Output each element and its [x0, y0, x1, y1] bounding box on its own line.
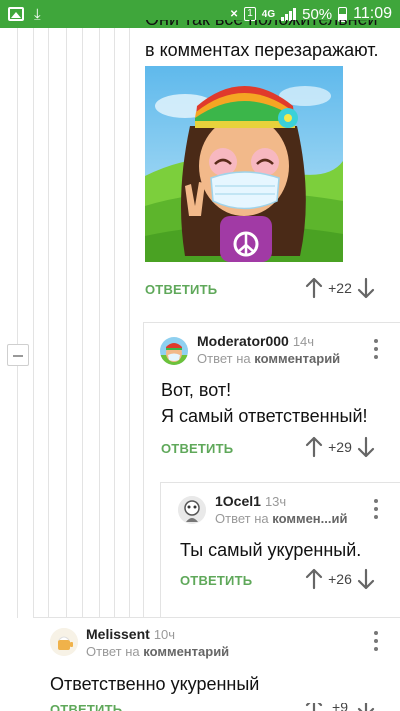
arrow-down-icon[interactable]	[357, 568, 375, 590]
battery-icon	[338, 6, 348, 22]
thread-divider	[143, 322, 400, 323]
arrow-down-icon[interactable]	[357, 277, 375, 299]
reply-to-prefix: Ответ на	[86, 644, 140, 659]
author-name[interactable]: Melissent	[86, 626, 150, 642]
comment-actions: ОТВЕТИТЬ	[145, 277, 217, 301]
comment-author[interactable]: 1Ocel1 13ч	[215, 493, 286, 509]
more-vertical-icon[interactable]	[373, 339, 379, 359]
comment-rating: +9	[332, 703, 348, 711]
reply-button[interactable]: ОТВЕТИТЬ	[161, 441, 233, 456]
comment-rating: +26	[328, 571, 352, 587]
avatar[interactable]	[178, 496, 206, 524]
comment-actions: ОТВЕТИТЬ	[161, 436, 233, 460]
comment-time: 14ч	[292, 334, 315, 349]
cartoon-girl-mask-image	[145, 66, 343, 262]
comment-rating: +22	[328, 280, 352, 296]
reply-button[interactable]: ОТВЕТИТЬ	[180, 573, 252, 588]
author-name[interactable]: Moderator000	[197, 333, 289, 349]
comment-time: 10ч	[153, 627, 176, 642]
more-vertical-icon[interactable]	[373, 499, 379, 519]
vote-controls: +22	[305, 277, 375, 299]
reply-to: Ответ на коммен...ий	[215, 511, 347, 526]
comment-time: 13ч	[264, 494, 287, 509]
thread-divider	[33, 617, 400, 618]
screen: ⤓ ✕ 1 4G 50% 11:09 Они так всё положител…	[0, 0, 400, 711]
comment-author[interactable]: Moderator000 14ч	[197, 333, 314, 349]
avatar[interactable]	[160, 337, 188, 365]
signal-icon	[281, 7, 297, 21]
avatar-image	[160, 337, 188, 365]
vote-controls: +29	[305, 436, 375, 458]
comment-image[interactable]	[145, 66, 343, 262]
arrow-up-icon[interactable]	[305, 703, 323, 711]
comment-rating: +29	[328, 439, 352, 455]
thread-line	[143, 322, 144, 618]
reply-to-link[interactable]: коммен...ий	[272, 511, 347, 526]
comment-text-line: Я самый ответственный!	[161, 406, 368, 426]
comment-text-line: Вот, вот!	[161, 380, 232, 400]
arrow-up-icon[interactable]	[305, 568, 323, 590]
avatar[interactable]	[50, 628, 78, 656]
more-vertical-icon[interactable]	[373, 631, 379, 651]
reply-button[interactable]: ОТВЕТИТЬ	[50, 702, 122, 711]
sim-icon: 1	[244, 7, 256, 21]
comment-actions: ОТВЕТИТЬ	[50, 702, 122, 711]
thread-line	[82, 28, 83, 618]
comment-author[interactable]: Melissent 10ч	[86, 626, 175, 642]
thread-line	[99, 28, 100, 618]
network-type: 4G	[261, 8, 276, 20]
mute-icon: ✕	[229, 8, 239, 20]
thread-line	[17, 28, 18, 344]
arrow-down-icon[interactable]	[357, 703, 375, 711]
thread-line	[114, 28, 115, 618]
thread-divider	[160, 482, 400, 483]
vote-controls: +26	[305, 568, 375, 590]
thread-line	[66, 28, 67, 618]
thread-line	[48, 28, 49, 618]
comment-text-line: Ответственно укуренный	[50, 674, 260, 694]
avatar-image	[178, 496, 206, 524]
reply-to: Ответ на комментарий	[86, 644, 229, 659]
comment-text-line: Ты самый укуренный.	[180, 540, 362, 560]
avatar-image	[50, 628, 78, 656]
author-name[interactable]: 1Ocel1	[215, 493, 261, 509]
comment-actions: ОТВЕТИТЬ	[180, 568, 252, 592]
arrow-down-icon[interactable]	[357, 436, 375, 458]
thread-line	[17, 366, 18, 618]
arrow-up-icon[interactable]	[305, 277, 323, 299]
reply-to: Ответ на комментарий	[197, 351, 340, 366]
reply-to-link[interactable]: комментарий	[254, 351, 340, 366]
battery-percent: 50%	[302, 5, 333, 23]
reply-to-prefix: Ответ на	[215, 511, 269, 526]
reply-to-link[interactable]: комментарий	[143, 644, 229, 659]
thread-line	[129, 28, 130, 618]
comment-text-line: в комментах перезаражают.	[145, 40, 379, 60]
download-icon: ⤓	[34, 5, 41, 23]
image-icon	[8, 7, 24, 21]
reply-button[interactable]: ОТВЕТИТЬ	[145, 282, 217, 297]
reply-to-prefix: Ответ на	[197, 351, 251, 366]
thread-line	[160, 482, 161, 618]
thread-line	[33, 28, 34, 618]
arrow-up-icon[interactable]	[305, 436, 323, 458]
vote-controls: +9	[305, 703, 375, 711]
collapse-icon[interactable]	[7, 344, 29, 366]
